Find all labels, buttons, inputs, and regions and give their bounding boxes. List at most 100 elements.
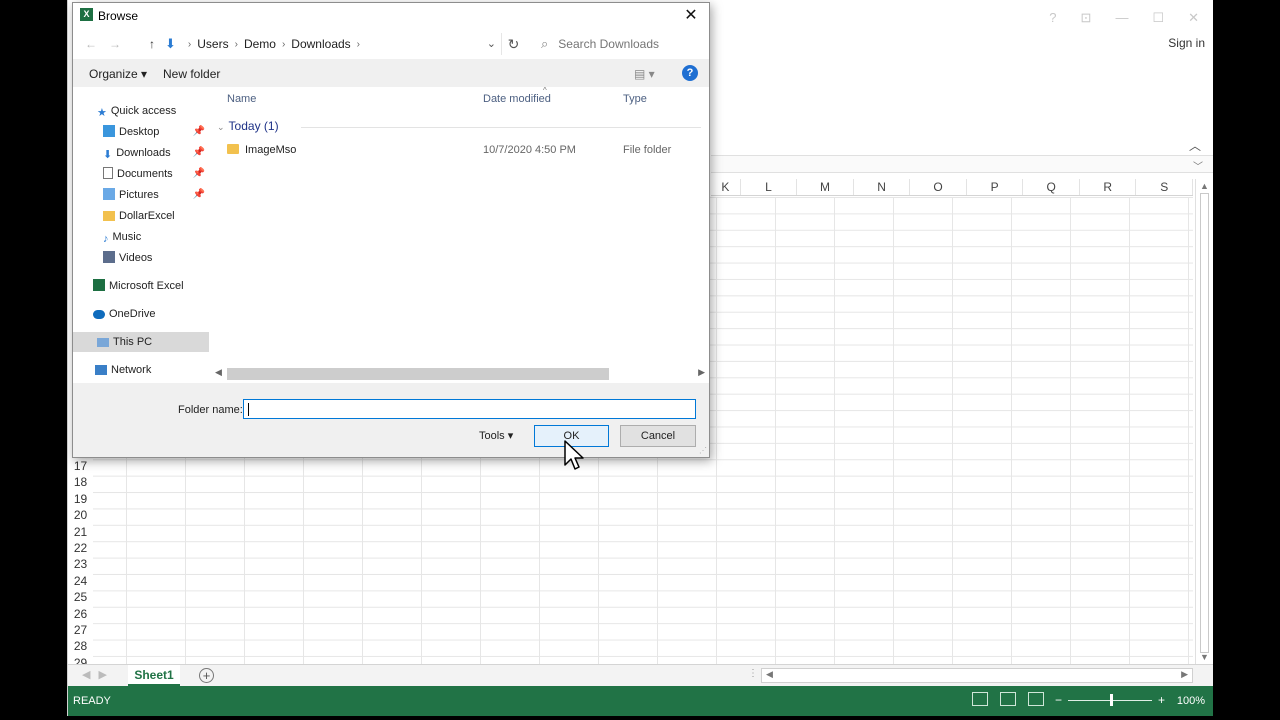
page-break-view-icon[interactable] [1028,692,1044,706]
horizontal-scrollbar[interactable]: ◀ ▶ [209,365,709,382]
chevron-down-icon[interactable]: ⌄ [217,122,225,132]
sheet-nav-arrows-icon[interactable]: ◀▶ [82,668,115,681]
row-header[interactable]: 26 [68,606,93,622]
column-header-type[interactable]: Type [623,93,647,105]
nav-item-network[interactable]: Network [73,360,209,380]
sign-in-link[interactable]: Sign in [1168,36,1205,50]
row-header[interactable]: 28 [68,638,93,654]
breadcrumb-item[interactable]: Demo [244,37,276,51]
resize-grip-icon[interactable]: ⋰ [699,446,707,455]
cancel-button[interactable]: Cancel [620,425,696,447]
chevron-right-icon[interactable]: › [282,39,285,50]
column-header[interactable]: Q [1023,179,1080,195]
row-header[interactable]: 25 [68,589,93,605]
help-icon[interactable]: ? [1049,10,1056,26]
scroll-thumb[interactable] [227,368,609,380]
sheet-tab[interactable]: Sheet1 [128,665,180,686]
pin-icon[interactable]: 📌 [193,143,205,163]
chevron-right-icon[interactable]: › [235,39,238,50]
column-header[interactable]: O [910,179,967,195]
column-header-date[interactable]: Date modified [483,93,551,105]
nav-item-videos[interactable]: Videos [73,248,209,268]
column-header[interactable]: R [1080,179,1137,195]
group-header[interactable]: ⌄ Today (1) [217,119,701,133]
close-icon[interactable]: ✕ [679,5,703,27]
folder-name-field[interactable] [243,399,696,419]
nav-item-quick-access[interactable]: ★ Quick access [73,101,209,121]
minimize-icon[interactable]: — [1115,10,1128,26]
row-header[interactable]: 17 [68,458,93,474]
scroll-left-icon[interactable]: ◀ [766,669,773,680]
add-sheet-icon[interactable]: + [199,668,214,683]
vertical-scrollbar[interactable]: ▲ ▼ [1195,179,1213,664]
scroll-up-icon[interactable]: ▲ [1200,181,1209,191]
address-bar[interactable]: ⬇ › Users › Demo › Downloads › ⌄ [164,31,503,57]
horizontal-scrollbar[interactable]: ◀ ▶ [761,668,1193,683]
row-header[interactable]: 23 [68,556,93,572]
column-header[interactable]: M [797,179,854,195]
forward-icon[interactable]: → [109,37,121,51]
scroll-right-icon[interactable]: ▶ [698,367,705,378]
up-icon[interactable]: ↑ [149,37,155,51]
row-header[interactable]: 19 [68,491,93,507]
column-header[interactable]: S [1136,179,1193,195]
new-folder-button[interactable]: New folder [163,67,220,81]
nav-item-onedrive[interactable]: OneDrive [73,304,209,324]
back-icon[interactable]: ← [85,37,97,51]
pin-icon[interactable]: 📌 [193,164,205,184]
scroll-right-icon[interactable]: ▶ [1181,669,1188,680]
formula-bar[interactable] [711,155,1213,173]
zoom-slider-thumb[interactable] [1110,693,1114,706]
search-box[interactable]: ⌕ [530,31,706,57]
page-layout-view-icon[interactable] [1000,692,1016,706]
normal-view-icon[interactable] [972,692,988,706]
maximize-icon[interactable]: ☐ [1152,10,1164,26]
collapse-ribbon-icon[interactable]: ︿ [1189,137,1201,154]
zoom-in-icon[interactable]: + [1158,693,1165,707]
chevron-right-icon[interactable]: › [188,39,191,50]
nav-item-desktop[interactable]: Desktop 📌 [73,122,209,142]
nav-item-dollarexcel[interactable]: DollarExcel [73,206,209,226]
breadcrumb-item[interactable]: Downloads [291,37,350,51]
splitter-icon[interactable]: ⋮ [748,668,758,679]
pin-icon[interactable]: 📌 [193,122,205,142]
column-header[interactable]: K [711,179,741,195]
list-item[interactable]: ImageMso 10/7/2020 4:50 PM File folder [227,140,701,160]
scroll-left-icon[interactable]: ◀ [215,367,222,378]
expand-formula-bar-icon[interactable]: ﹀ [1193,158,1203,173]
tools-button[interactable]: Tools ▾ [479,429,513,442]
breadcrumb-item[interactable]: Users [197,37,228,51]
nav-item-documents[interactable]: Documents 📌 [73,164,209,184]
nav-item-this-pc[interactable]: This PC [73,332,209,352]
chevron-down-icon[interactable]: ⌄ [487,37,496,50]
row-header[interactable]: 27 [68,622,93,638]
row-header[interactable]: 21 [68,524,93,540]
zoom-slider[interactable] [1068,693,1153,706]
nav-item-pictures[interactable]: Pictures 📌 [73,185,209,205]
scroll-thumb[interactable] [1200,193,1209,653]
ribbon-display-icon[interactable]: ⊡ [1081,10,1092,26]
nav-item-microsoft-excel[interactable]: Microsoft Excel [73,276,209,296]
scroll-down-icon[interactable]: ▼ [1200,652,1209,662]
zoom-level[interactable]: 100% [1177,695,1205,707]
change-view-icon[interactable]: ▤ ▾ [634,67,655,81]
chevron-right-icon[interactable]: › [357,39,360,50]
row-header[interactable]: 24 [68,573,93,589]
row-header[interactable]: 18 [68,474,93,490]
star-icon: ★ [97,107,107,119]
nav-item-downloads[interactable]: ⬇ Downloads 📌 [73,143,209,163]
close-icon[interactable]: ✕ [1188,10,1199,26]
search-input[interactable] [558,37,689,51]
refresh-icon[interactable]: ↻ [501,33,525,55]
column-header-name[interactable]: Name [227,93,256,105]
zoom-out-icon[interactable]: − [1055,693,1062,707]
column-header[interactable]: L [741,179,798,195]
pin-icon[interactable]: 📌 [193,185,205,205]
column-header[interactable]: P [967,179,1024,195]
help-icon[interactable]: ? [682,65,698,81]
organize-button[interactable]: Organize ▾ [89,67,147,81]
row-header[interactable]: 20 [68,507,93,523]
row-header[interactable]: 22 [68,540,93,556]
column-header[interactable]: N [854,179,911,195]
nav-item-music[interactable]: ♪ Music [73,227,209,247]
